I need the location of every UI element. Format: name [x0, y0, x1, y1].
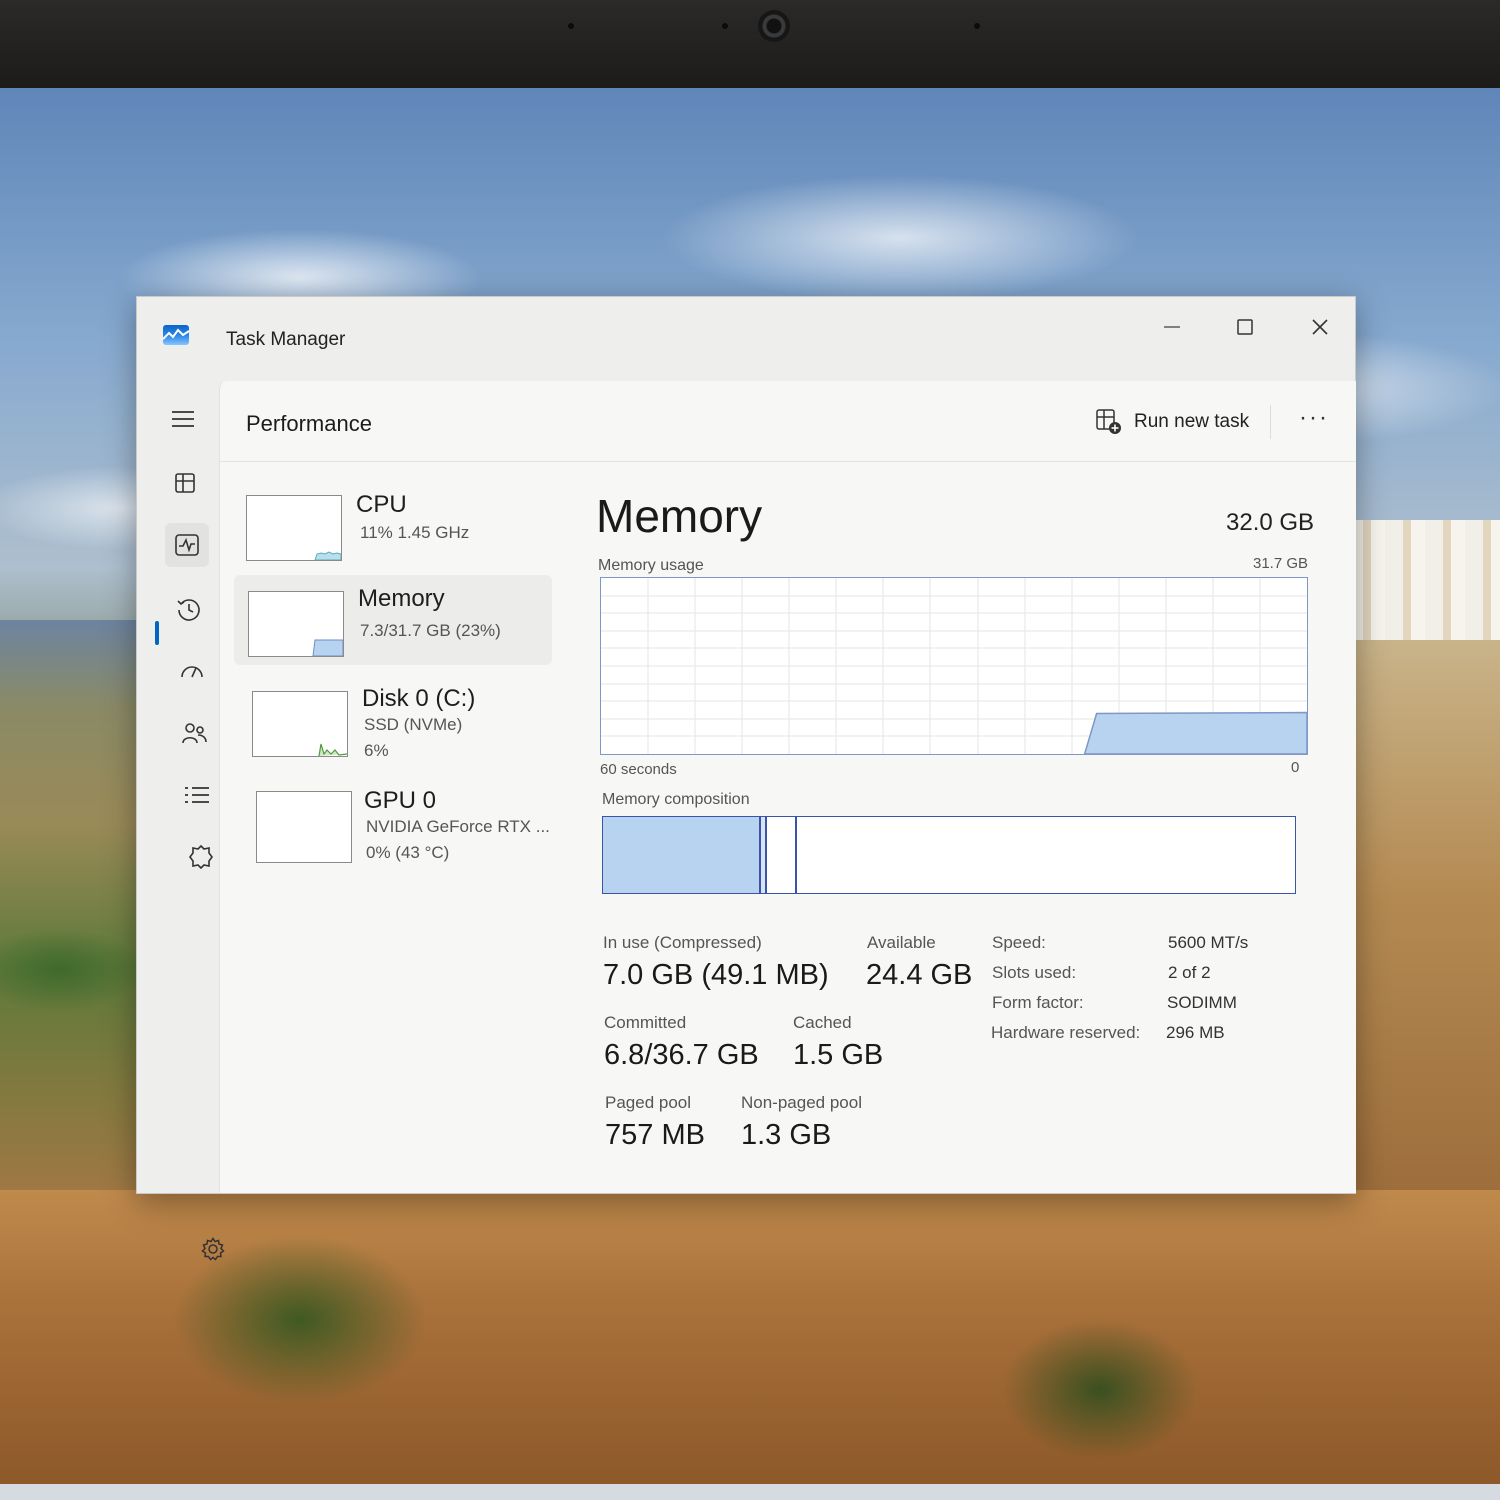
composition-in-use	[603, 817, 761, 893]
window-title: Task Manager	[226, 329, 346, 350]
memory-title: Memory	[596, 490, 763, 542]
device-model: NVIDIA GeForce RTX ...	[366, 817, 550, 836]
active-nav-indicator	[155, 621, 159, 645]
memory-thumbnail-graph	[248, 591, 344, 657]
task-manager-window: Task Manager Performance Run new task ··…	[136, 296, 1356, 1261]
nav-performance[interactable]	[165, 523, 209, 567]
memory-usage-max: 31.7 GB	[1253, 555, 1309, 572]
speed-value: 5600 MT/s	[1168, 933, 1249, 952]
more-options-button[interactable]: ···	[1294, 403, 1334, 439]
memory-total: 32.0 GB	[1226, 509, 1315, 536]
users-icon	[182, 723, 207, 744]
memory-usage-chart	[601, 578, 1307, 754]
device-name: GPU 0	[364, 787, 437, 814]
menu-icon	[172, 411, 194, 427]
device-stats: 11% 1.45 GHz	[360, 523, 470, 542]
device-stats: 7.3/31.7 GB (23%)	[360, 621, 501, 640]
details-icon	[185, 787, 209, 803]
nav-users[interactable]	[172, 711, 216, 755]
sensor-dot	[722, 23, 728, 29]
device-stats: 0% (43 °C)	[366, 843, 450, 862]
sensor-dot	[568, 23, 574, 29]
speed-label: Speed:	[992, 933, 1046, 952]
performance-icon	[175, 534, 199, 556]
sensor-dot	[974, 23, 980, 29]
monitor-bezel	[0, 0, 1500, 88]
hardware-reserved-label: Hardware reserved:	[991, 1023, 1141, 1042]
non-paged-pool-value: 1.3 GB	[741, 1119, 832, 1151]
maximize-button[interactable]	[1220, 307, 1270, 347]
close-icon	[1312, 319, 1328, 335]
nav-settings[interactable]	[191, 1227, 235, 1271]
paged-pool-value: 757 MB	[605, 1119, 705, 1151]
disk-sparkline	[318, 743, 347, 756]
available-label: Available	[867, 933, 936, 952]
startup-apps-icon	[181, 666, 203, 678]
graph-axis-start-label: 60 seconds	[600, 761, 677, 778]
device-gpu[interactable]: GPU 0 NVIDIA GeForce RTX ... 0% (43 °C)	[234, 779, 552, 869]
nav-startup-apps[interactable]	[170, 649, 214, 693]
services-icon	[189, 844, 213, 870]
nav-processes[interactable]	[163, 461, 207, 505]
close-button[interactable]	[1295, 307, 1345, 347]
device-disk[interactable]: Disk 0 (C:) SSD (NVMe) 6%	[234, 671, 552, 761]
nav-services[interactable]	[179, 835, 223, 879]
performance-page: Performance Run new task ··· CPU 11% 1.4…	[219, 381, 1356, 1193]
in-use-value: 7.0 GB (49.1 MB)	[603, 959, 829, 991]
memory-usage-graph	[600, 577, 1308, 755]
device-cpu[interactable]: CPU 11% 1.45 GHz	[234, 481, 552, 571]
memory-composition-label: Memory composition	[602, 791, 750, 808]
wallpaper-town	[1345, 520, 1500, 650]
memory-sparkline	[312, 639, 343, 656]
header-divider	[1270, 405, 1271, 439]
task-manager-app-icon	[163, 325, 189, 345]
paged-pool-label: Paged pool	[605, 1093, 692, 1112]
hardware-reserved-value: 296 MB	[1166, 1023, 1225, 1042]
memory-usage-area	[1083, 711, 1307, 754]
slots-used-value: 2 of 2	[1168, 963, 1211, 982]
composition-standby	[767, 817, 797, 893]
navigation-rail	[137, 381, 225, 1261]
run-new-task-icon	[1096, 409, 1121, 434]
device-type: SSD (NVMe)	[364, 715, 463, 734]
graph-axis-end-label: 0	[1291, 759, 1300, 776]
run-new-task-label: Run new task	[1134, 411, 1250, 432]
processes-icon	[175, 473, 195, 493]
taskbar	[0, 1484, 1500, 1500]
cached-value: 1.5 GB	[793, 1039, 884, 1071]
form-factor-label: Form factor:	[992, 993, 1084, 1012]
form-factor-value: SODIMM	[1167, 993, 1237, 1012]
cpu-thumbnail-graph	[246, 495, 342, 561]
hamburger-menu-button[interactable]	[161, 397, 205, 441]
title-bar[interactable]: Task Manager	[137, 297, 1355, 381]
app-history-icon	[177, 599, 200, 621]
committed-value: 6.8/36.7 GB	[604, 1039, 759, 1071]
non-paged-pool-label: Non-paged pool	[741, 1093, 862, 1112]
in-use-label: In use (Compressed)	[603, 933, 762, 952]
cached-label: Cached	[793, 1013, 852, 1032]
memory-usage-label: Memory usage	[598, 557, 704, 574]
device-name: Disk 0 (C:)	[362, 685, 476, 712]
device-name: CPU	[356, 491, 407, 518]
disk-thumbnail-graph	[252, 691, 348, 757]
page-header: Performance Run new task ···	[220, 381, 1356, 462]
run-new-task-button[interactable]: Run new task	[1096, 405, 1249, 439]
device-stats: 6%	[364, 741, 389, 760]
device-memory[interactable]: Memory 7.3/31.7 GB (23%)	[234, 575, 552, 665]
nav-details[interactable]	[175, 773, 219, 817]
maximize-icon	[1237, 319, 1253, 335]
available-value: 24.4 GB	[866, 959, 973, 991]
page-title: Performance	[246, 411, 372, 436]
minimize-button[interactable]	[1147, 307, 1197, 347]
memory-composition-bar	[602, 816, 1296, 894]
minimize-icon	[1164, 326, 1180, 328]
committed-label: Committed	[604, 1013, 687, 1032]
device-name: Memory	[358, 585, 445, 612]
gpu-thumbnail-graph	[256, 791, 352, 863]
nav-app-history[interactable]	[167, 587, 211, 631]
settings-icon	[201, 1237, 225, 1261]
cpu-sparkline	[314, 551, 341, 560]
slots-used-label: Slots used:	[992, 963, 1077, 982]
webcam	[758, 10, 790, 42]
